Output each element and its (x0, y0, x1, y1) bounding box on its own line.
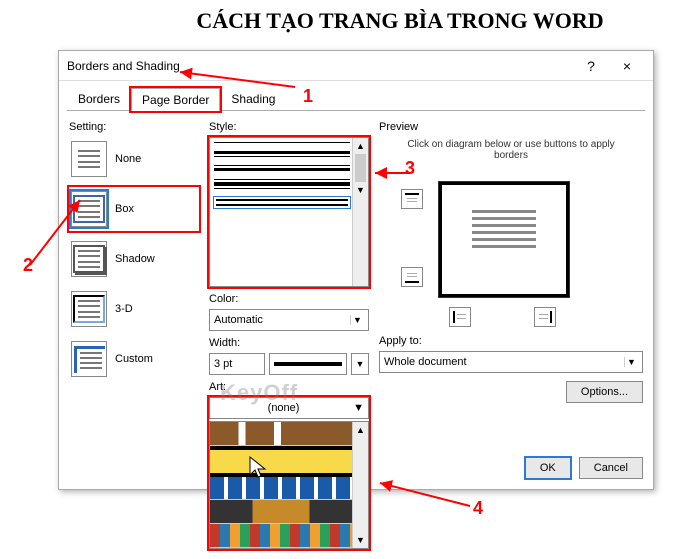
titlebar: Borders and Shading ? × (59, 51, 653, 81)
apply-to-row: Apply to: Whole document ▼ (379, 335, 643, 373)
dialog-body: Setting: None Box Shadow 3-D Custom (59, 111, 653, 559)
width-row: 3 pt ▼ (209, 353, 369, 375)
style-label: Style: (209, 121, 369, 133)
preview-area (379, 167, 643, 327)
art-item[interactable] (210, 422, 352, 446)
art-item[interactable] (210, 500, 352, 524)
width-combo[interactable]: 3 pt (209, 353, 265, 375)
scroll-up-icon[interactable]: ▲ (353, 422, 368, 438)
cursor-icon (248, 455, 268, 481)
art-item[interactable] (210, 477, 352, 501)
art-section: (none) ▼ ▲ ▼ (209, 397, 369, 549)
setting-3d[interactable]: 3-D (69, 287, 199, 331)
width-value: 3 pt (214, 358, 232, 370)
style-option-selected[interactable] (214, 197, 350, 208)
tab-borders-label: Borders (78, 92, 120, 106)
preview-label: Preview (379, 121, 643, 133)
color-value: Automatic (214, 314, 263, 326)
setting-none-thumb (71, 141, 107, 177)
setting-box-thumb (71, 191, 107, 227)
setting-shadow-thumb (71, 241, 107, 277)
color-label: Color: (209, 293, 369, 305)
setting-box[interactable]: Box (69, 187, 199, 231)
chevron-down-icon: ▼ (624, 357, 638, 367)
art-preview-list[interactable]: ▲ ▼ (209, 421, 369, 549)
setting-shadow[interactable]: Shadow (69, 237, 199, 281)
scroll-down-icon[interactable]: ▼ (353, 182, 368, 198)
tab-shading[interactable]: Shading (220, 87, 286, 110)
border-top-button[interactable] (401, 189, 423, 209)
width-label: Width: (209, 337, 369, 349)
watermark: KeyOff (220, 380, 298, 406)
setting-custom[interactable]: Custom (69, 337, 199, 381)
border-bottom-button[interactable] (401, 267, 423, 287)
tab-borders[interactable]: Borders (67, 87, 131, 110)
setting-custom-label: Custom (115, 353, 153, 365)
color-combo[interactable]: Automatic ▼ (209, 309, 369, 331)
page-heading: CÁCH TẠO TRANG BÌA TRONG WORD (0, 0, 700, 34)
preview-column: Preview Click on diagram below or use bu… (379, 121, 643, 549)
chevron-down-icon: ▼ (353, 402, 364, 414)
setting-label: Setting: (69, 121, 199, 133)
dialog-title: Borders and Shading (67, 59, 573, 73)
tab-row: Borders Page Border Shading (59, 81, 653, 110)
annotation-2: 2 (23, 255, 33, 276)
apply-to-combo[interactable]: Whole document ▼ (379, 351, 643, 373)
borders-shading-dialog: Borders and Shading ? × Borders Page Bor… (58, 50, 654, 490)
style-option[interactable] (214, 165, 350, 171)
apply-to-value: Whole document (384, 356, 467, 368)
chevron-down-icon: ▼ (350, 315, 364, 325)
preview-page[interactable] (439, 182, 569, 297)
close-icon[interactable]: × (609, 54, 645, 78)
setting-column: Setting: None Box Shadow 3-D Custom (69, 121, 199, 549)
tab-shading-label: Shading (231, 92, 275, 106)
options-row: Options... (379, 381, 643, 403)
style-scrollbar[interactable]: ▲ ▼ (352, 138, 368, 286)
setting-custom-thumb (71, 341, 107, 377)
preview-hint: Click on diagram below or use buttons to… (379, 137, 643, 167)
chevron-down-icon: ▼ (353, 359, 367, 369)
options-button[interactable]: Options... (566, 381, 643, 403)
scroll-up-icon[interactable]: ▲ (353, 138, 368, 154)
setting-3d-thumb (71, 291, 107, 327)
ok-button[interactable]: OK (525, 457, 571, 479)
border-right-button[interactable] (534, 307, 556, 327)
style-option[interactable] (214, 142, 350, 143)
style-listbox[interactable]: ▲ ▼ (209, 137, 369, 287)
setting-none-label: None (115, 153, 141, 165)
art-item[interactable] (210, 446, 352, 477)
border-left-button[interactable] (449, 307, 471, 327)
setting-none[interactable]: None (69, 137, 199, 181)
tab-page-border-label: Page Border (142, 93, 209, 107)
scroll-down-icon[interactable]: ▼ (353, 532, 368, 548)
art-scrollbar[interactable]: ▲ ▼ (352, 422, 368, 548)
width-dropdown[interactable]: ▼ (351, 353, 369, 375)
setting-shadow-label: Shadow (115, 253, 155, 265)
setting-3d-label: 3-D (115, 303, 133, 315)
style-column: Style: (209, 121, 369, 549)
help-icon[interactable]: ? (573, 54, 609, 78)
style-option[interactable] (214, 151, 350, 157)
setting-box-label: Box (115, 203, 134, 215)
apply-to-label: Apply to: (379, 335, 643, 347)
art-item[interactable] (210, 524, 352, 548)
width-sample (269, 353, 347, 375)
dialog-footer: OK Cancel (525, 457, 643, 479)
style-option[interactable] (214, 179, 350, 189)
tab-page-border[interactable]: Page Border (131, 88, 220, 111)
cancel-button[interactable]: Cancel (579, 457, 643, 479)
scroll-thumb[interactable] (355, 154, 366, 182)
